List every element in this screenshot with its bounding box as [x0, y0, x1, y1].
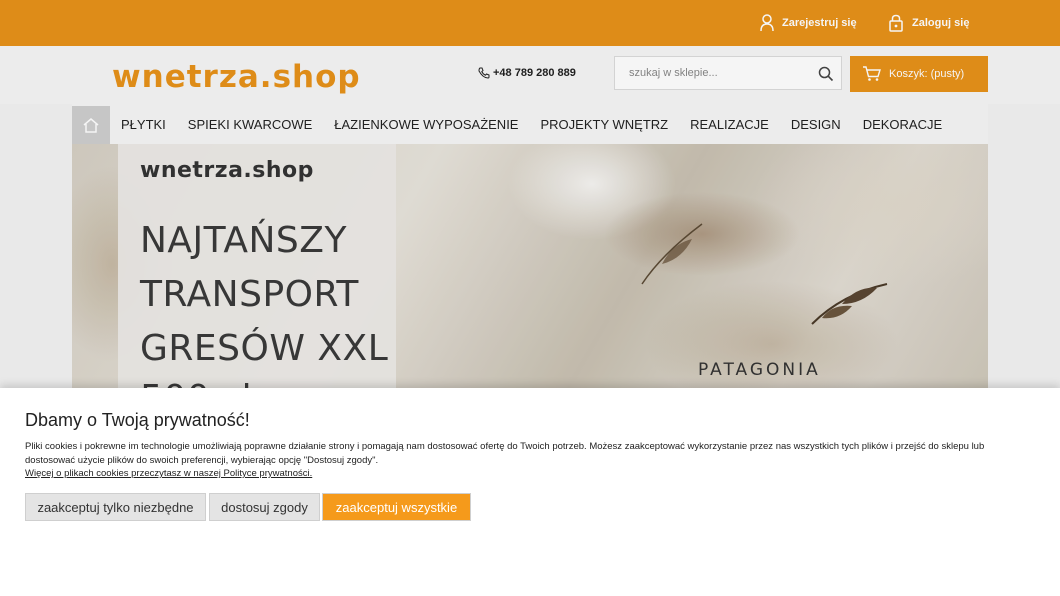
- phone-number[interactable]: +48 789 280 889: [478, 67, 576, 79]
- page: Zarejestruj się Zaloguj się wnetrza.shop…: [0, 0, 1060, 596]
- home-icon: [83, 118, 99, 133]
- nav-item-dekoracje[interactable]: DEKORACJE: [852, 117, 953, 132]
- leaf-decoration: [811, 283, 888, 325]
- headline-line: NAJTAŃSZY: [140, 220, 347, 261]
- customize-consents-button[interactable]: dostosuj zgody: [209, 493, 320, 521]
- phone-label: +48 789 280 889: [493, 67, 576, 79]
- cart-icon: [863, 66, 881, 81]
- headline-line: GRESÓW XXL: [140, 328, 389, 369]
- cookie-text: Pliki cookies i pokrewne im technologie …: [25, 441, 985, 466]
- cookie-consent-dialog: Dbamy o Twoją prywatność! Pliki cookies …: [0, 388, 1060, 596]
- search-input[interactable]: [615, 57, 811, 89]
- register-label: Zarejestruj się: [782, 17, 857, 29]
- nav-list: PŁYTKI SPIEKI KWARCOWE ŁAZIENKOWE WYPOSA…: [110, 104, 953, 144]
- hero-banner[interactable]: wnetrza.shop NAJTAŃSZY TRANSPORT GRESÓW …: [72, 144, 988, 396]
- search-box: [614, 56, 842, 90]
- site-header: wnetrza.shop +48 789 280 889 Koszyk: (pu…: [0, 46, 1060, 104]
- accept-necessary-button[interactable]: zaakceptuj tylko niezbędne: [25, 493, 206, 521]
- headline-line: TRANSPORT: [140, 274, 359, 315]
- search-icon[interactable]: [817, 65, 835, 83]
- product-name: PATAGONIA: [698, 360, 821, 380]
- nav-home[interactable]: [72, 106, 110, 144]
- top-bar: Zarejestruj się Zaloguj się: [0, 0, 1060, 46]
- user-icon: [760, 14, 774, 32]
- phone-icon: [478, 67, 490, 79]
- privacy-policy-link[interactable]: Więcej o plikach cookies przeczytasz w n…: [25, 468, 312, 479]
- login-link[interactable]: Zaloguj się: [888, 14, 969, 32]
- accept-all-button[interactable]: zaakceptuj wszystkie: [322, 493, 471, 521]
- main-nav: PŁYTKI SPIEKI KWARCOWE ŁAZIENKOWE WYPOSA…: [72, 104, 988, 144]
- nav-item-spieki-kwarcowe[interactable]: SPIEKI KWARCOWE: [177, 117, 323, 132]
- nav-item-design[interactable]: DESIGN: [780, 117, 852, 132]
- banner-logo: wnetrza.shop: [140, 158, 314, 183]
- cart-button[interactable]: Koszyk: (pusty): [850, 56, 988, 92]
- nav-item-plytki[interactable]: PŁYTKI: [110, 117, 177, 132]
- nav-item-lazienkowe-wyposazenie[interactable]: ŁAZIENKOWE WYPOSAŻENIE: [323, 117, 529, 132]
- leaf-decoration: [641, 223, 703, 285]
- login-label: Zaloguj się: [912, 17, 970, 29]
- nav-item-projekty-wnetrz[interactable]: PROJEKTY WNĘTRZ: [529, 117, 679, 132]
- cookie-title: Dbamy o Twoją prywatność!: [25, 410, 250, 430]
- register-link[interactable]: Zarejestruj się: [760, 14, 857, 32]
- lock-icon: [889, 14, 903, 32]
- cart-label: Koszyk: (pusty): [889, 68, 965, 80]
- promo-panel: wnetrza.shop NAJTAŃSZY TRANSPORT GRESÓW …: [118, 144, 396, 396]
- nav-item-realizacje[interactable]: REALIZACJE: [679, 117, 780, 132]
- site-logo[interactable]: wnetrza.shop: [112, 62, 361, 93]
